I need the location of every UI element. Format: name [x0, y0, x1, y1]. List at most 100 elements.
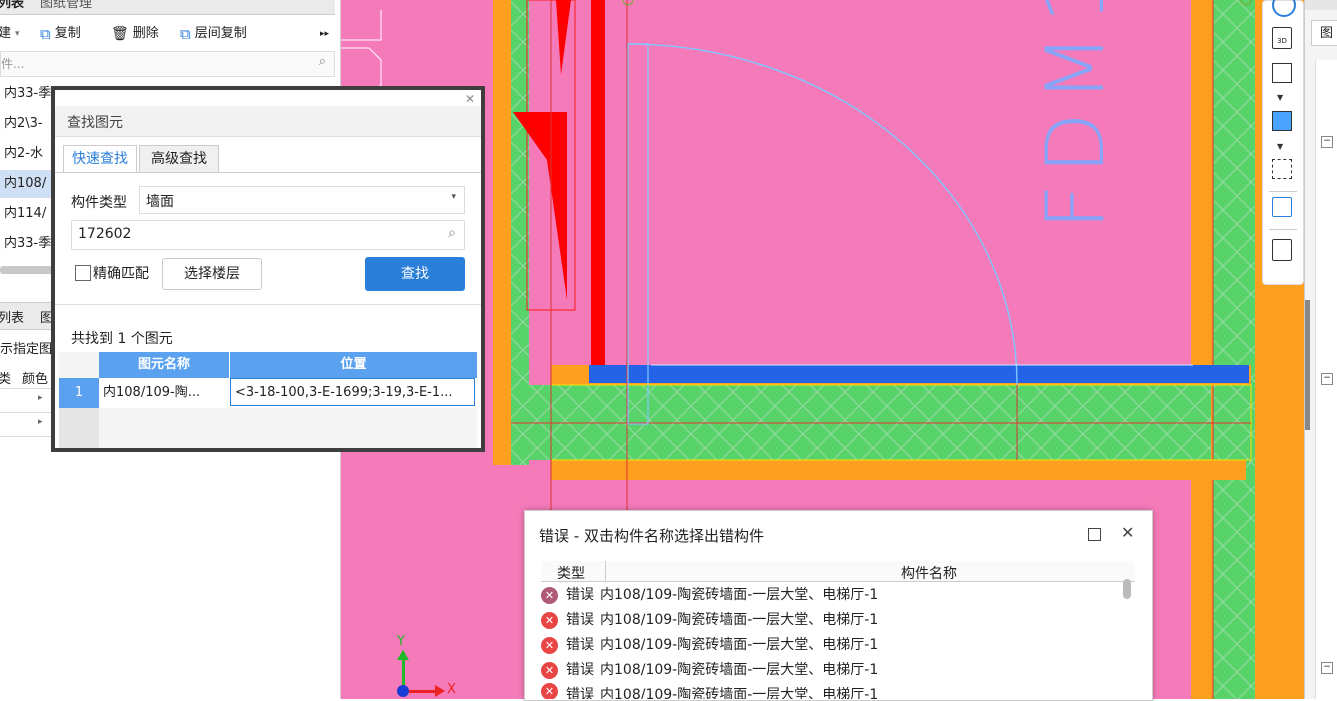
door-label: FDM1 [1029, 0, 1122, 230]
tree-search-input[interactable]: 件... ⌕ [0, 51, 335, 77]
error-name[interactable]: 内108/109-陶瓷砖墙面-一层大堂、电梯厅-1 [600, 658, 878, 683]
close-icon[interactable]: ✕ [1121, 523, 1134, 542]
error-row[interactable]: ✕ 错误 内108/109-陶瓷砖墙面-一层大堂、电梯厅-1 [541, 583, 1121, 608]
wall-orange-h2 [551, 460, 1246, 480]
error-type: 错误 [566, 587, 594, 603]
maximize-icon[interactable] [1088, 528, 1101, 541]
hint-text: 示指定图 [0, 342, 53, 357]
collapse-icon[interactable]: − [1321, 662, 1333, 674]
left-toolbar: 建 ▾ ⧉ 复制 🗑 删除 ⧉ 层间复制 ▸▸ [0, 20, 335, 48]
right-panel-top [1305, 0, 1337, 10]
search-icon[interactable]: ⌕ [319, 54, 326, 69]
row-name[interactable]: 内108/109-陶... [103, 378, 227, 408]
type-label: 构件类型 [71, 195, 127, 211]
floor-copy-label: 层间复制 [194, 26, 247, 41]
error-name[interactable]: 内108/109-陶瓷砖墙面-一层大堂、电梯厅-1 [600, 633, 878, 658]
type-select-value: 墙面 [146, 194, 174, 210]
divider [1269, 229, 1297, 230]
wall-orange [493, 0, 511, 465]
error-type: 错误 [566, 637, 594, 653]
red-triangle [556, 0, 571, 75]
wall-red [591, 0, 605, 365]
error-name[interactable]: 内108/109-陶瓷砖墙面-一层大堂、电梯厅-1 [600, 683, 878, 699]
error-icon: ✕ [541, 587, 558, 604]
exact-match-label: 精确匹配 [93, 266, 149, 282]
error-icon: ✕ [541, 612, 558, 629]
grid-header-type: 类 [0, 372, 12, 387]
copy-icon: ⧉ [40, 25, 51, 43]
floor-copy-icon: ⧉ [180, 25, 191, 43]
dialog-header: 查找图元 [55, 106, 481, 137]
list-view-icon[interactable] [1272, 239, 1292, 261]
row-position[interactable]: <3-18-100,3-E-1699;3-19,3-E-1... [230, 378, 475, 406]
delete-button[interactable]: 🗑 删除 [111, 24, 159, 44]
new-button[interactable]: 建 ▾ [0, 24, 20, 44]
y-axis-label: Y [397, 634, 405, 649]
row-index-gutter [59, 408, 99, 448]
row-index: 1 [59, 378, 99, 408]
error-icon: ✕ [541, 637, 558, 654]
search-icon[interactable]: ⌕ [448, 225, 456, 241]
error-name[interactable]: 内108/109-陶瓷砖墙面-一层大堂、电梯厅-1 [600, 608, 878, 633]
error-row[interactable]: ✕ 错误 内108/109-陶瓷砖墙面-一层大堂、电梯厅-1 [541, 683, 1121, 699]
chevron-right-icon[interactable]: ▸ [38, 417, 43, 427]
tab-list-bottom[interactable]: 列表 [0, 307, 24, 326]
error-type: 错误 [566, 612, 594, 628]
copy-label: 复制 [54, 26, 81, 41]
error-type: 错误 [566, 662, 594, 678]
panel-splitter[interactable] [1305, 300, 1310, 430]
close-icon[interactable]: ✕ [465, 92, 475, 106]
chevron-down-icon[interactable]: ▼ [1277, 142, 1283, 151]
tree-search-placeholder: 件... [1, 57, 25, 71]
floor-copy-button[interactable]: ⧉ 层间复制 [180, 24, 247, 44]
more-icon[interactable]: ▸▸ [320, 24, 329, 44]
error-table-header: 类型 构件名称 [541, 561, 1135, 582]
result-count: 共找到 1 个图元 [71, 331, 173, 347]
error-row[interactable]: ✕ 错误 内108/109-陶瓷砖墙面-一层大堂、电梯厅-1 [541, 658, 1121, 683]
divider [1269, 191, 1297, 192]
search-input[interactable]: 172602 ⌕ [71, 220, 465, 250]
type-select[interactable]: 墙面 ▾ [139, 186, 465, 214]
error-row[interactable]: ✕ 错误 内108/109-陶瓷砖墙面-一层大堂、电梯厅-1 [541, 608, 1121, 633]
outline-shape [341, 10, 382, 41]
table-row[interactable]: 1 内108/109-陶... <3-18-100,3-E-1699;3-19,… [59, 378, 477, 408]
orbit-icon[interactable] [1272, 0, 1296, 17]
error-icon: ✕ [541, 662, 558, 679]
wall-blue-h [589, 365, 1249, 383]
divider [55, 172, 481, 173]
error-name[interactable]: 内108/109-陶瓷砖墙面-一层大堂、电梯厅-1 [600, 583, 878, 608]
error-dialog: 错误 - 双击构件名称选择出错构件 ✕ 类型 构件名称 ✕ 错误 内108/109-… [524, 510, 1153, 701]
chevron-down-icon[interactable]: ▾ [451, 192, 456, 202]
tab-list[interactable]: 列表 [0, 0, 24, 14]
element-view-icon[interactable] [1272, 197, 1292, 217]
copy-button[interactable]: ⧉ 复制 [40, 24, 81, 44]
chevron-right-icon[interactable]: ▸ [38, 393, 43, 403]
fit-view-icon[interactable] [1272, 159, 1292, 179]
scrollbar-thumb[interactable] [1123, 579, 1131, 599]
chevron-down-icon[interactable]: ▼ [1277, 93, 1283, 102]
error-row[interactable]: ✕ 错误 内108/109-陶瓷砖墙面-一层大堂、电梯厅-1 [541, 633, 1121, 658]
collapse-icon[interactable]: − [1321, 136, 1333, 148]
exact-match-checkbox[interactable] [75, 265, 91, 281]
solid-view-icon[interactable] [1272, 111, 1292, 131]
error-type: 错误 [566, 687, 594, 699]
header-type: 类型 [557, 566, 585, 582]
header-name: 构件名称 [901, 566, 957, 582]
left-tabbar: 列表 图纸管理 [0, 0, 335, 15]
view-toolbar: 3D ▼ ▼ [1262, 0, 1304, 285]
table-header-name: 图元名称 [99, 352, 230, 378]
error-dialog-title: 错误 - 双击构件名称选择出错构件 [539, 527, 764, 545]
tab-quick-find[interactable]: 快速查找 [63, 145, 137, 172]
right-panel: 图 − − − [1304, 0, 1337, 699]
find-button[interactable]: 查找 [365, 257, 465, 291]
tab-drawing-manage[interactable]: 图纸管理 [40, 0, 92, 14]
new-label: 建 [0, 26, 12, 41]
find-element-dialog: ✕ 查找图元 快速查找 高级查找 构件类型 墙面 ▾ 172602 ⌕ 精确匹配… [51, 86, 485, 452]
select-floor-button[interactable]: 选择楼层 [162, 258, 262, 290]
table-header-position: 位置 [230, 352, 477, 378]
right-panel-tab[interactable]: 图 [1311, 20, 1337, 46]
collapse-icon[interactable]: − [1321, 373, 1333, 385]
box-view-icon[interactable] [1272, 63, 1292, 83]
3d-view-icon[interactable]: 3D [1272, 27, 1292, 49]
tab-advanced-find[interactable]: 高级查找 [139, 145, 219, 173]
